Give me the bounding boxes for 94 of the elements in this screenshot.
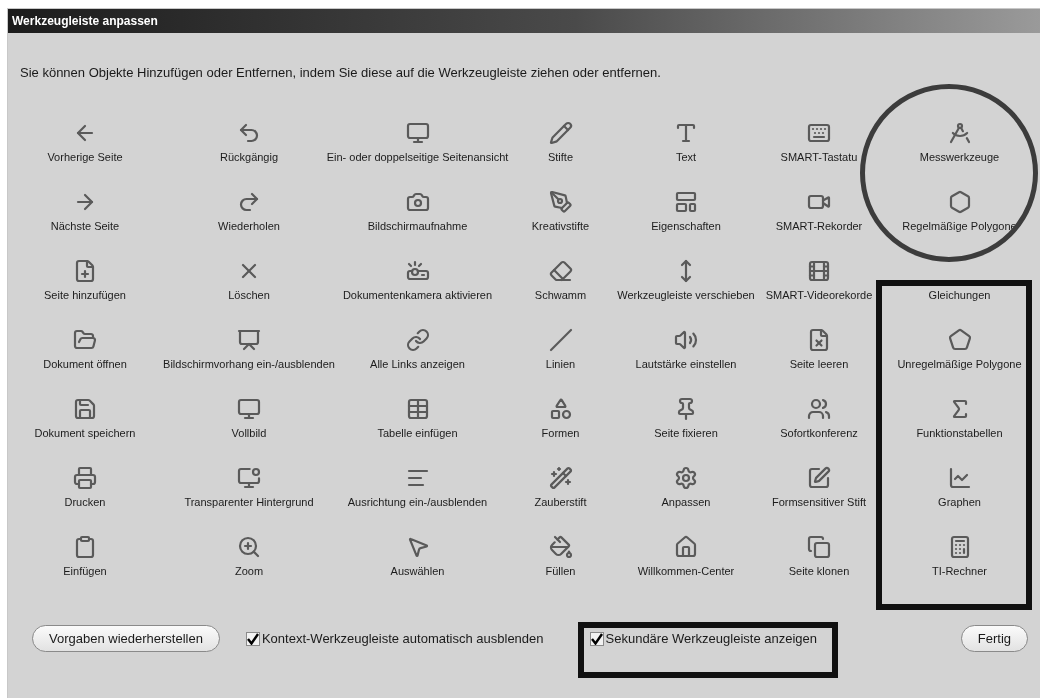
shapes-icon[interactable] [548,397,573,421]
tool-label: Kreativstifte [531,220,590,232]
people-icon[interactable] [807,397,831,421]
speaker-icon[interactable] [674,328,698,352]
tool-label: Gleichungen [928,289,991,301]
checkbox[interactable] [245,631,260,646]
tool-label: Unregelmäßige Polygone [897,358,1022,370]
tool-label: Messwerkzeuge [919,151,1000,163]
tool-label: Füllen [545,565,576,577]
tool-label: Linien [545,358,576,370]
tool-label: Nächste Seite [50,220,120,232]
eraser-icon[interactable] [548,259,573,283]
tool-label: Stifte [547,151,574,163]
monitor-icon[interactable] [237,397,261,421]
tool-label: Funktionstabellen [916,427,1003,439]
monitor-icon[interactable] [405,121,430,145]
tool-label: Transparenter Hintergrund [184,496,314,508]
tool-label: Bildschirmvorhang ein-/ausblenden [163,358,335,370]
clipboard-icon[interactable] [73,535,97,559]
graph-icon[interactable] [947,466,972,490]
tool-label: Dokument speichern [34,427,136,439]
folder-icon[interactable] [73,328,97,352]
option-label[interactable]: Sekundäre Werkzeugleiste anzeigen [589,631,818,646]
printer-icon[interactable] [73,466,97,490]
monitor-icon[interactable] [237,466,261,490]
screen-icon[interactable] [237,328,261,352]
tool-label: Auswählen [390,565,445,577]
polygon-icon[interactable] [947,328,972,352]
tool-label: TI-Rechner [932,565,987,577]
tool-label: Zauberstift [534,496,587,508]
tool-label: Formen [541,427,580,439]
pen-square-icon[interactable] [807,466,831,490]
instruction-text: Sie können Objekte Hinzufügen oder Entfernen, indem Sie diese auf die Werkzeugleiste ziehen oder entfernen. [20,65,661,80]
option-label[interactable]: Kontext-Werkzeugleiste automatisch ausblenden [245,631,544,646]
tool-label: Seite hinzufügen [44,289,126,301]
tool-label: Seite fixieren [654,427,718,439]
hexagon-icon[interactable] [947,190,972,214]
copy-icon[interactable] [807,535,831,559]
tool-label: Lautstärke einstellen [635,358,737,370]
tool-label: SMART-Rekorder [775,220,863,232]
film-icon[interactable] [807,259,831,283]
pen-icon[interactable] [548,190,573,214]
tool-label: Dokument öffnen [43,358,127,370]
tool-label: Zoom [234,565,264,577]
house-icon[interactable] [674,535,698,559]
tool-label: Vollbild [231,427,267,439]
magic-wand-icon[interactable] [548,466,573,490]
tool-label: Ein- oder doppelseitige Seitenansicht [326,151,509,163]
tool-label: Formsensitiver Stift [771,496,867,508]
zoom-icon[interactable] [237,535,261,559]
link-icon[interactable] [405,328,430,352]
tool-label: Graphen [938,496,981,508]
tool-label: Wiederholen [218,220,280,232]
tool-label: Seite klonen [788,565,850,577]
letter-icon[interactable] [674,121,698,145]
tool-label: Tabelle einfügen [377,427,458,439]
tool-label: Drucken [64,496,106,508]
tool-label: Sofortkonferenz [780,427,858,439]
tool-label: Alle Links anzeigen [370,358,465,370]
pencil-icon[interactable] [548,121,573,145]
undo-icon[interactable] [237,121,261,145]
window-title: Werkzeugleiste anpassen [8,9,1040,33]
tool-label: SMART-Videorekorde [765,289,873,301]
redo-icon[interactable] [237,190,261,214]
tool-label: Vorherige Seite [47,151,123,163]
keyboard-icon[interactable] [807,121,831,145]
line-icon[interactable] [548,328,573,352]
clear-page-icon[interactable] [807,328,831,352]
tool-label: Seite leeren [789,358,849,370]
tool-label: Text [675,151,697,163]
tool-label: Anpassen [661,496,711,508]
done-button[interactable]: Fertig [960,625,1028,652]
tool-label: Werkzeugleiste verschieben [617,289,755,301]
tool-label: Schwamm [534,289,587,301]
check-icon [590,632,603,645]
tool-label: Bildschirmaufnahme [367,220,468,232]
compass-icon[interactable] [947,121,972,145]
table-icon[interactable] [405,397,430,421]
checkbox[interactable] [589,631,604,646]
tool-label: Löschen [228,289,270,301]
tool-label: Rückgängig [219,151,279,163]
tool-label: SMART-Tastatu [780,151,858,163]
camera-icon[interactable] [405,190,430,214]
restore-defaults-button[interactable]: Vorgaben wiederherstellen [32,625,220,652]
layout-icon[interactable] [674,190,698,214]
check-icon [246,632,259,645]
tool-label: Einfügen [63,565,107,577]
tool-label: Willkommen-Center [637,565,735,577]
tool-label: Dokumentenkamera aktivieren [342,289,493,301]
paint-bucket-icon[interactable] [548,535,573,559]
tool-label: Eigenschaften [651,220,721,232]
tool-label: Ausrichtung ein-/ausblenden [347,496,488,508]
add-page-icon[interactable] [73,259,97,283]
settings-icon[interactable] [674,466,698,490]
